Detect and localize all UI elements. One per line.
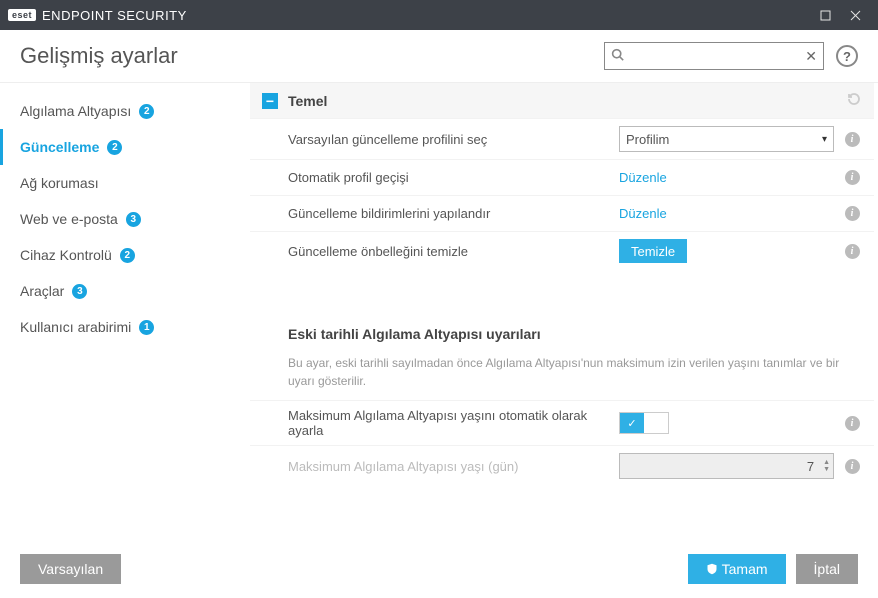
max-age-days-spinner: ▲▼	[619, 453, 834, 479]
ok-button[interactable]: Tamam	[688, 554, 786, 584]
info-icon: i	[845, 170, 860, 185]
setting-label: Güncelleme bildirimlerini yapılandır	[288, 206, 619, 221]
search-input[interactable]	[624, 49, 805, 64]
info-icon: i	[845, 206, 860, 221]
help-button[interactable]: ?	[836, 45, 858, 67]
row-auto-profile-switch: Otomatik profil geçişi Düzenle i	[250, 159, 874, 195]
close-window-button[interactable]	[840, 5, 870, 25]
info-button[interactable]: i	[842, 129, 862, 149]
subsection-outdated-title: Eski tarihli Algılama Altyapısı uyarılar…	[250, 310, 874, 350]
sidebar-item-detection-engine[interactable]: Algılama Altyapısı 2	[0, 93, 250, 129]
auto-max-age-toggle[interactable]: ✓	[619, 412, 669, 434]
row-auto-max-age: Maksimum Algılama Altyapısı yaşını otoma…	[250, 400, 874, 445]
sidebar-item-device-control[interactable]: Cihaz Kontrolü 2	[0, 237, 250, 273]
page-title: Gelişmiş ayarlar	[20, 43, 604, 69]
sidebar-item-label: Araçlar	[20, 283, 64, 299]
sidebar-item-label: Algılama Altyapısı	[20, 103, 131, 119]
subsection-outdated-desc: Bu ayar, eski tarihli sayılmadan önce Al…	[250, 350, 874, 400]
sidebar-item-tools[interactable]: Araçlar 3	[0, 273, 250, 309]
info-icon: i	[845, 459, 860, 474]
sidebar-item-network[interactable]: Ağ koruması	[0, 165, 250, 201]
chevron-down-icon: ▼	[823, 466, 830, 473]
info-button[interactable]: i	[842, 413, 862, 433]
subsection-rollback-title: Modülü Geri Alma	[250, 526, 874, 540]
sidebar-item-label: Güncelleme	[20, 139, 99, 155]
sidebar-item-label: Kullanıcı arabirimi	[20, 319, 131, 335]
info-icon: i	[845, 416, 860, 431]
titlebar: eset ENDPOINT SECURITY	[0, 0, 878, 30]
info-button[interactable]: i	[842, 456, 862, 476]
brand-badge: eset	[8, 9, 36, 21]
content-area: − Temel Varsayılan güncelleme profilini …	[250, 83, 878, 540]
clear-search-button[interactable]: ✕	[805, 48, 817, 65]
undo-icon	[846, 91, 862, 107]
sidebar-badge: 2	[107, 140, 122, 155]
sidebar-badge: 1	[139, 320, 154, 335]
maximize-button[interactable]	[810, 5, 840, 25]
sidebar-badge: 2	[139, 104, 154, 119]
chevron-up-icon: ▲	[823, 459, 830, 466]
product-title: ENDPOINT SECURITY	[42, 8, 187, 23]
check-icon: ✓	[620, 413, 644, 433]
edit-auto-switch-link[interactable]: Düzenle	[619, 170, 667, 185]
square-icon	[820, 10, 831, 21]
sidebar-item-ui[interactable]: Kullanıcı arabirimi 1	[0, 309, 250, 345]
row-default-profile: Varsayılan güncelleme profilini seç Prof…	[250, 118, 874, 159]
collapse-button[interactable]: −	[262, 93, 278, 109]
info-button[interactable]: i	[842, 204, 862, 224]
chevron-down-icon: ▾	[822, 134, 827, 145]
sidebar-item-label: Ağ koruması	[20, 175, 99, 191]
sidebar-item-web-email[interactable]: Web ve e-posta 3	[0, 201, 250, 237]
setting-label: Maksimum Algılama Altyapısı yaşını otoma…	[288, 408, 619, 438]
revert-button[interactable]	[846, 91, 862, 110]
sidebar-item-label: Web ve e-posta	[20, 211, 118, 227]
defaults-button[interactable]: Varsayılan	[20, 554, 121, 584]
search-icon	[611, 48, 624, 64]
close-icon	[850, 10, 861, 21]
cancel-button[interactable]: İptal	[796, 554, 858, 584]
section-temel-header: − Temel	[250, 83, 874, 118]
sidebar-badge: 3	[126, 212, 141, 227]
edit-notifications-link[interactable]: Düzenle	[619, 206, 667, 221]
sidebar-badge: 2	[120, 248, 135, 263]
clear-cache-button[interactable]: Temizle	[619, 239, 687, 263]
section-title: Temel	[288, 93, 846, 109]
row-max-age-days: Maksimum Algılama Altyapısı yaşı (gün) ▲…	[250, 445, 874, 486]
sidebar-item-update[interactable]: Güncelleme 2	[0, 129, 250, 165]
sidebar-item-label: Cihaz Kontrolü	[20, 247, 112, 263]
default-profile-select[interactable]: Profilim ▾	[619, 126, 834, 152]
header: Gelişmiş ayarlar ✕ ?	[0, 30, 878, 83]
row-clear-cache: Güncelleme önbelleğini temizle Temizle i	[250, 231, 874, 270]
sidebar-badge: 3	[72, 284, 87, 299]
select-value: Profilim	[626, 132, 669, 147]
info-icon: i	[845, 244, 860, 259]
search-box[interactable]: ✕	[604, 42, 824, 70]
row-configure-notifications: Güncelleme bildirimlerini yapılandır Düz…	[250, 195, 874, 231]
shield-icon	[706, 563, 718, 575]
setting-label: Maksimum Algılama Altyapısı yaşı (gün)	[288, 459, 619, 474]
sidebar: Algılama Altyapısı 2 Güncelleme 2 Ağ kor…	[0, 83, 250, 540]
setting-label: Varsayılan güncelleme profilini seç	[288, 132, 619, 147]
info-button[interactable]: i	[842, 168, 862, 188]
info-icon: i	[845, 132, 860, 147]
setting-label: Güncelleme önbelleğini temizle	[288, 244, 619, 259]
info-button[interactable]: i	[842, 241, 862, 261]
footer: Varsayılan Tamam İptal	[0, 540, 878, 598]
setting-label: Otomatik profil geçişi	[288, 170, 619, 185]
max-age-days-input	[620, 459, 820, 474]
